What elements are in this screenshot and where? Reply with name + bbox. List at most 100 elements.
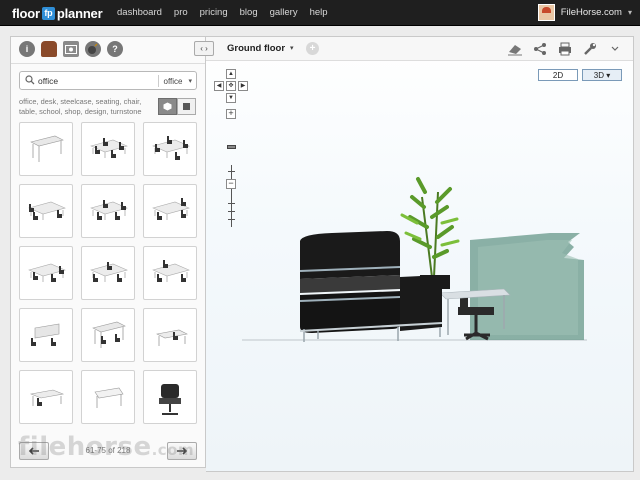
search-input[interactable]	[38, 74, 148, 87]
photo-icon[interactable]	[63, 41, 79, 57]
zoom-tick	[228, 203, 235, 204]
potted-plant[interactable]	[400, 177, 460, 289]
furniture-preview	[152, 260, 190, 282]
furniture-thumbnail[interactable]	[19, 184, 73, 238]
floor-name[interactable]: Ground floor	[227, 43, 285, 54]
main-nav: dashboard pro pricing blog gallery help	[117, 7, 340, 18]
furniture-thumbnail[interactable]	[19, 370, 73, 424]
search-icon	[25, 75, 35, 85]
chevron-down-icon: ▾	[188, 78, 192, 85]
canvas-tools	[507, 41, 623, 57]
wrench-icon[interactable]	[582, 41, 598, 57]
furniture-preview	[30, 135, 64, 162]
pan-right-icon[interactable]: ▶	[238, 81, 248, 91]
furniture-thumbnail[interactable]	[81, 184, 135, 238]
user-menu[interactable]: FileHorse.com ▾	[537, 4, 632, 21]
sofa-unit[interactable]	[299, 231, 443, 342]
zoom-tick	[228, 219, 235, 220]
furniture-thumbnail[interactable]	[143, 184, 197, 238]
watermark-text: filehorse	[18, 432, 152, 462]
furniture-preview	[29, 389, 65, 406]
furniture-preview	[159, 384, 181, 415]
2d-view-icon[interactable]	[177, 98, 196, 115]
library-panel: i ? office ▾ office, desk, steelcase, se…	[10, 36, 206, 468]
user-name[interactable]: FileHorse.com	[561, 7, 622, 18]
nav-pricing[interactable]: pricing	[200, 7, 228, 18]
furniture-preview	[90, 262, 128, 282]
nav-blog[interactable]: blog	[240, 7, 258, 18]
zoom-tick	[228, 211, 235, 212]
top-navigation-bar: floor fp planner dashboard pro pricing b…	[0, 0, 640, 26]
design-canvas[interactable]: ‹ › Ground floor ▾ + 2D 3D ▾ ▲ ◀ ✥ ▶ ▼ +…	[194, 36, 634, 472]
chevron-down-icon[interactable]	[607, 41, 623, 57]
chevron-down-icon[interactable]: ▾	[290, 44, 294, 52]
logo-mark: fp	[41, 6, 55, 20]
zoom-out-button[interactable]: −	[226, 179, 236, 189]
furniture-preview	[152, 198, 190, 220]
logo-text-left: floor	[12, 5, 40, 21]
furniture-preview	[94, 387, 124, 408]
pan-up-icon[interactable]: ▲	[226, 69, 236, 79]
furniture-preview	[152, 136, 190, 160]
library-grid	[19, 122, 197, 424]
glass-partition[interactable]	[470, 233, 584, 340]
furniture-thumbnail[interactable]	[143, 246, 197, 300]
add-floor-button[interactable]: +	[306, 42, 319, 55]
pan-down-icon[interactable]: ▼	[226, 93, 236, 103]
furniture-thumbnail[interactable]	[19, 122, 73, 176]
mode-3d-button[interactable]: 3D ▾	[582, 69, 622, 81]
mode-2d-button[interactable]: 2D	[538, 69, 578, 81]
library-toolbar: i ?	[19, 41, 123, 57]
floorplanner-logo[interactable]: floor fp planner	[12, 5, 103, 21]
logo-text-right: planner	[56, 5, 103, 21]
zoom-tick	[228, 171, 235, 172]
nav-dashboard[interactable]: dashboard	[117, 7, 162, 18]
search-tags[interactable]: office, desk, steelcase, seating, chair,…	[19, 97, 159, 117]
library-search: office ▾	[19, 71, 197, 90]
avatar[interactable]	[537, 4, 555, 21]
zoom-slider[interactable]	[226, 117, 237, 227]
watermark: filehorse.com	[18, 432, 194, 462]
furniture-preview	[92, 321, 126, 348]
furniture-preview	[156, 329, 188, 346]
furniture-icon[interactable]	[41, 41, 57, 57]
category-select[interactable]: office ▾	[157, 75, 192, 87]
collapse-panel-button[interactable]: ‹ ›	[194, 41, 214, 56]
furniture-thumbnail[interactable]	[81, 246, 135, 300]
bomb-icon[interactable]	[85, 41, 101, 57]
3d-view-icon[interactable]	[158, 98, 177, 115]
share-icon[interactable]	[532, 41, 548, 57]
furniture-preview	[28, 201, 66, 220]
move-icon[interactable]: ✥	[226, 81, 236, 91]
furniture-preview	[90, 200, 128, 220]
category-label: office	[163, 76, 183, 86]
furniture-thumbnail[interactable]	[81, 370, 135, 424]
3d-scene[interactable]	[242, 167, 602, 357]
furniture-preview	[90, 138, 128, 158]
furniture-thumbnail[interactable]	[143, 308, 197, 362]
canvas-toolbar: ‹ › Ground floor ▾ +	[194, 37, 633, 61]
divider	[11, 63, 205, 64]
eraser-icon[interactable]	[507, 41, 523, 57]
watermark-suffix: .com	[151, 441, 195, 459]
view-mode-switch: 2D 3D ▾	[538, 69, 622, 81]
furniture-thumbnail[interactable]	[19, 246, 73, 300]
pan-left-icon[interactable]: ◀	[214, 81, 224, 91]
furniture-thumbnail[interactable]	[143, 370, 197, 424]
furniture-thumbnail[interactable]	[19, 308, 73, 362]
zoom-handle[interactable]	[227, 145, 236, 149]
view-toggle	[158, 98, 196, 115]
nav-pro[interactable]: pro	[174, 7, 188, 18]
nav-help[interactable]: help	[310, 7, 328, 18]
furniture-preview	[31, 323, 60, 346]
print-icon[interactable]	[557, 41, 573, 57]
info-icon[interactable]: i	[19, 41, 35, 57]
furniture-thumbnail[interactable]	[81, 122, 135, 176]
nav-gallery[interactable]: gallery	[270, 7, 298, 18]
chevron-down-icon[interactable]: ▾	[628, 8, 632, 17]
furniture-thumbnail[interactable]	[81, 308, 135, 362]
furniture-preview	[28, 263, 66, 282]
furniture-thumbnail[interactable]	[143, 122, 197, 176]
help-icon[interactable]: ?	[107, 41, 123, 57]
zoom-track	[231, 165, 232, 227]
